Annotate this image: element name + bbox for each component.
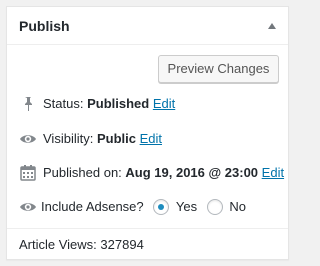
visibility-edit-link[interactable]: Edit <box>140 131 162 146</box>
status-edit-link[interactable]: Edit <box>153 96 175 111</box>
status-row: Status: Published Edit <box>19 94 175 114</box>
eye-icon <box>19 198 37 216</box>
pin-icon <box>19 95 37 113</box>
published-on-edit-link[interactable]: Edit <box>262 165 284 180</box>
adsense-row: Include Adsense? Yes No <box>19 197 246 217</box>
panel-header[interactable]: Publish <box>7 7 288 45</box>
visibility-row: Visibility: Public Edit <box>19 129 162 149</box>
adsense-no-label[interactable]: No <box>229 199 246 214</box>
panel-title: Publish <box>19 18 70 34</box>
published-on-value: Aug 19, 2016 @ 23:00 <box>125 165 259 180</box>
published-on-row: Published on: Aug 19, 2016 @ 23:00 Edit <box>19 163 284 183</box>
preview-changes-button[interactable]: Preview Changes <box>158 55 279 83</box>
status-label: Status: <box>43 96 84 111</box>
status-value: Published <box>87 96 150 111</box>
visibility-value: Public <box>96 131 136 146</box>
visibility-label: Visibility: <box>43 131 94 146</box>
eye-icon <box>19 130 37 148</box>
publish-panel: Publish Preview Changes Status: Publishe… <box>6 6 289 260</box>
triangle-up-icon[interactable] <box>266 20 278 32</box>
published-on-label: Published on: <box>43 165 122 180</box>
calendar-icon <box>19 164 37 182</box>
adsense-label: Include Adsense? <box>41 199 144 214</box>
divider <box>7 228 288 229</box>
adsense-yes-radio[interactable] <box>153 198 170 215</box>
article-views-label: Article Views: <box>19 237 97 252</box>
article-views: Article Views: 327894 <box>19 235 144 255</box>
adsense-yes-label[interactable]: Yes <box>176 199 197 214</box>
adsense-no-radio[interactable] <box>206 198 223 215</box>
article-views-value: 327894 <box>100 237 144 252</box>
